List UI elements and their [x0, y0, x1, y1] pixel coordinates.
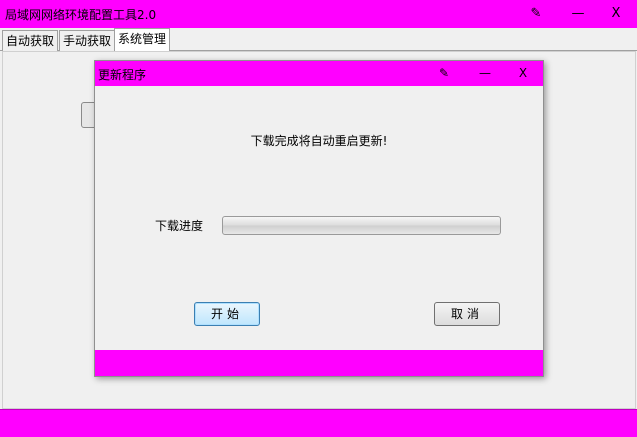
close-button[interactable]: X [601, 3, 631, 25]
dialog-pin-icon[interactable]: ✎ [430, 63, 458, 84]
update-message: 下载完成将自动重启更新! [250, 134, 388, 148]
tab-bar: 自动获取 手动获取 系统管理 [0, 28, 637, 51]
minimize-button[interactable]: — [563, 3, 593, 25]
dialog-titlebar: 更新程序 ✎ — X [95, 61, 543, 86]
cancel-button[interactable]: 取消 [434, 302, 500, 326]
tab-manual-acquire[interactable]: 手动获取 [59, 30, 116, 51]
dialog-close-button[interactable]: X [509, 63, 537, 84]
download-progress-bar [222, 216, 501, 235]
start-button[interactable]: 开始 [194, 302, 260, 326]
progress-label: 下载进度 [155, 219, 204, 233]
tab-auto-acquire[interactable]: 自动获取 [2, 30, 59, 51]
dialog-minimize-button[interactable]: — [471, 63, 499, 84]
dialog-footer [95, 350, 543, 376]
pin-icon[interactable]: ✎ [521, 3, 551, 25]
status-bar [0, 409, 637, 437]
update-dialog: 更新程序 ✎ — X 下载完成将自动重启更新! 下载进度 开始 取消 [94, 60, 544, 377]
window-titlebar: 局域网网络环境配置工具2.0 ✎ — X [0, 0, 637, 29]
dialog-title: 更新程序 [98, 68, 147, 82]
tab-system-management[interactable]: 系统管理 [114, 28, 171, 51]
window-title: 局域网网络环境配置工具2.0 [5, 8, 157, 22]
